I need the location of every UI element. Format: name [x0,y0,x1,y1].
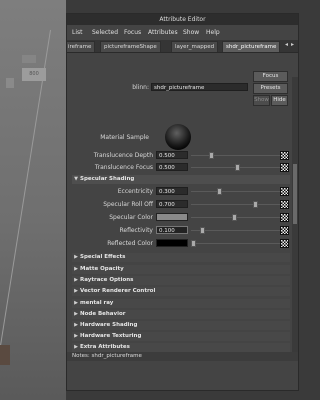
section-mental-ray[interactable]: ▶ mental ray [72,299,290,308]
section-title: Raytrace Options [80,277,134,283]
section-title: Vector Renderer Control [80,288,156,294]
section-vector-renderer-control[interactable]: ▶ Vector Renderer Control [72,287,290,296]
reflectivity-knob[interactable] [199,227,205,234]
section-extra-attributes[interactable]: ▶ Extra Attributes [72,343,290,352]
material-sample-sphere [165,124,191,150]
tab-ireframe[interactable]: ireframe [67,41,96,52]
specular-color-swatch[interactable] [156,213,188,221]
tab-scroll-left-icon[interactable]: ◂ [285,41,288,48]
reflectivity-label: Reflectivity [119,227,153,234]
section-title: Node Behavior [80,311,126,317]
section-specular-shading[interactable]: ▼ Specular Shading [72,175,290,184]
menu-selected[interactable]: Selected [92,29,118,36]
collapsed-arrow-icon: ▶ [74,277,78,283]
tab-pictureframeshape[interactable]: pictureframeShape [100,41,161,52]
collapsed-arrow-icon: ▶ [74,266,78,272]
specular-color-knob[interactable] [232,214,237,221]
viewport-object-dark [0,345,10,365]
specular-rolloff-slider[interactable] [191,204,281,205]
translucence-focus-label: Translucence Focus [94,164,153,171]
menu-attributes[interactable]: Attributes [148,29,178,36]
tab-layer-mapped[interactable]: layer_mapped [171,41,219,52]
hide-button[interactable]: Hide [271,95,288,106]
section-hardware-shading[interactable]: ▶ Hardware Shading [72,321,290,330]
scrollbar-thumb[interactable] [293,164,297,224]
notes-label: Notes: [72,353,90,359]
translucence-depth-field[interactable]: 0.500 [156,151,188,159]
attribute-editor-window: Attribute Editor List Selected Focus Att… [66,13,299,391]
collapsed-arrow-icon: ▶ [74,311,78,317]
section-hardware-texturing[interactable]: ▶ Hardware Texturing [72,332,290,341]
collapsed-arrow-icon: ▶ [74,300,78,306]
collapsed-arrow-icon: ▶ [74,333,78,339]
section-title: Hardware Shading [80,322,138,328]
specular-rolloff-field[interactable]: 0.700 [156,200,188,208]
menu-help[interactable]: Help [206,29,220,36]
blinn-name-field[interactable]: shdr_pictureframe [151,83,248,91]
reflected-color-swatch[interactable] [156,239,188,247]
viewport-object [22,55,36,63]
specular-color-map-icon[interactable] [280,213,289,222]
viewport-badge: 800 [22,68,46,81]
eccentricity-label: Eccentricity [117,188,153,195]
section-title: Hardware Texturing [80,333,142,339]
section-node-behavior[interactable]: ▶ Node Behavior [72,310,290,319]
viewport-panel[interactable]: 800 [0,0,66,400]
show-button[interactable]: Show [253,95,270,106]
translucence-focus-knob[interactable] [235,164,240,171]
section-special-effects[interactable]: ▶ Special Effects [72,253,290,262]
presets-button[interactable]: Presets [253,83,288,94]
material-sample-label: Material Sample [100,134,149,141]
eccentricity-slider[interactable] [191,191,281,192]
collapsed-arrow-icon: ▶ [74,344,78,350]
reflected-color-knob[interactable] [191,240,196,247]
reflectivity-map-icon[interactable] [280,226,289,235]
node-tab-bar: ireframe pictureframeShape layer_mapped … [67,40,298,53]
menu-focus[interactable]: Focus [124,29,141,36]
focus-button[interactable]: Focus [253,71,288,82]
translucence-depth-label: Translucence Depth [93,152,153,159]
tab-shdr-pictureframe[interactable]: shdr_pictureframe [222,41,281,52]
section-title: Specular Shading [80,176,135,182]
section-title: Special Effects [80,254,126,260]
viewport-object [6,78,14,88]
menu-bar: List Selected Focus Attributes Show Help [67,25,298,40]
specular-rolloff-knob[interactable] [252,201,258,208]
section-matte-opacity[interactable]: ▶ Matte Opacity [72,265,290,274]
reflected-color-slider[interactable] [191,243,281,244]
collapsed-arrow-icon: ▶ [74,288,78,294]
section-title: mental ray [80,300,114,306]
translucence-focus-field[interactable]: 0.500 [156,163,188,171]
notes-bar: Notes: shdr_pictureframe [67,352,298,361]
translucence-depth-slider[interactable] [191,155,281,156]
section-raytrace-options[interactable]: ▶ Raytrace Options [72,276,290,285]
reflectivity-field[interactable]: 0.100 [156,226,188,234]
specular-rolloff-label: Specular Roll Off [103,201,153,208]
window-title: Attribute Editor [67,14,298,25]
section-title: Matte Opacity [80,266,124,272]
eccentricity-map-icon[interactable] [280,187,289,196]
section-title: Extra Attributes [80,344,130,350]
collapsed-arrow-icon: ▶ [74,254,78,260]
notes-text-area[interactable] [67,361,298,390]
reflected-color-label: Reflected Color [107,240,153,247]
menu-show[interactable]: Show [183,29,199,36]
reflected-color-map-icon[interactable] [280,239,289,248]
collapsed-arrow-icon: ▶ [74,322,78,328]
notes-node-name: shdr_pictureframe [91,353,142,359]
specular-color-label: Specular Color [109,214,153,221]
translucence-depth-map-icon[interactable] [280,151,289,160]
eccentricity-knob[interactable] [217,188,223,195]
translucence-focus-map-icon[interactable] [280,163,289,172]
menu-list[interactable]: List [72,29,83,36]
specular-rolloff-map-icon[interactable] [280,200,289,209]
tab-scroll-right-icon[interactable]: ▸ [291,41,294,48]
translucence-depth-knob[interactable] [208,152,214,159]
expanded-arrow-icon: ▼ [74,176,78,182]
eccentricity-field[interactable]: 0.300 [156,187,188,195]
blinn-label: blinn: [132,84,149,91]
